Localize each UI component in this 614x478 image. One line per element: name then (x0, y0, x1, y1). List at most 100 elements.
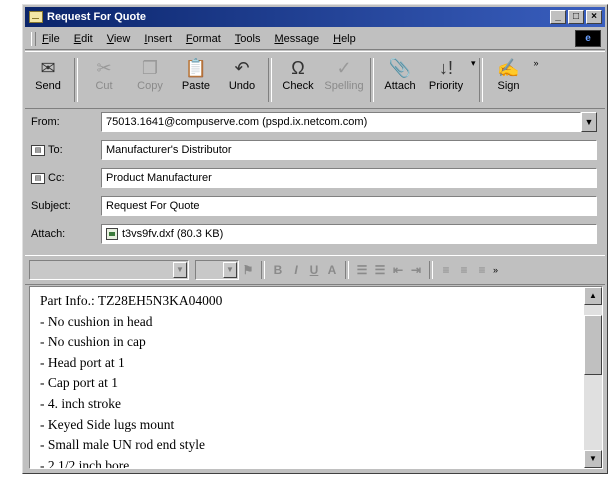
title-bar[interactable]: Request For Quote _ □ × (25, 7, 605, 27)
sign-icon: ✍ (497, 58, 520, 78)
priority-label: Priority (428, 80, 464, 92)
undo-icon: ↶ (234, 58, 250, 78)
cc-field[interactable]: Product Manufacturer (101, 168, 597, 188)
menu-format[interactable]: Format (186, 33, 221, 45)
menu-edit[interactable]: Edit (74, 33, 93, 45)
cc-label-wrap[interactable]: ▤ Cc: (25, 172, 101, 184)
font-color-icon[interactable]: A (323, 263, 341, 277)
body-line: - No cushion in cap (40, 334, 146, 350)
menu-file[interactable]: File (42, 33, 60, 45)
underline-icon[interactable]: U (305, 263, 323, 277)
bullet-list-icon[interactable]: ☰ (371, 263, 389, 277)
chevron-down-icon[interactable]: ▼ (173, 262, 187, 278)
to-field[interactable]: Manufacturer's Distributor (101, 140, 597, 160)
attach-row: Attach: t3vs9fv.dxf (80.3 KB) (25, 223, 605, 245)
align-center-icon[interactable]: ≡ (455, 263, 473, 277)
numbered-list-icon[interactable]: ☰ (353, 263, 371, 277)
check-label: Check (282, 80, 314, 92)
spelling-button[interactable]: ✓ Spelling (321, 52, 367, 108)
sign-button[interactable]: ✍ Sign (486, 52, 532, 108)
attachment-field[interactable]: t3vs9fv.dxf (80.3 KB) (101, 224, 597, 244)
scroll-thumb[interactable] (584, 315, 602, 375)
align-right-icon[interactable]: ≡ (473, 263, 491, 277)
format-separator (429, 261, 433, 279)
maximize-button[interactable]: □ (568, 10, 584, 24)
menu-insert[interactable]: Insert (144, 33, 172, 45)
attach-label-text: Attach: (31, 228, 66, 240)
paragraph-style-icon[interactable]: ⚑ (239, 263, 257, 277)
compose-window: Request For Quote _ □ × File Edit View I… (22, 4, 608, 474)
minimize-button[interactable]: _ (550, 10, 566, 24)
close-button[interactable]: × (586, 10, 602, 24)
font-name-select[interactable]: ▼ (29, 260, 189, 280)
attach-label: Attach (384, 80, 416, 92)
cc-row: ▤ Cc: Product Manufacturer (25, 167, 605, 189)
menu-view[interactable]: View (107, 33, 131, 45)
throbber-logo-icon: e (575, 30, 601, 47)
copy-button[interactable]: ❐ Copy (127, 52, 173, 108)
envelope-icon (29, 11, 43, 23)
paste-label: Paste (181, 80, 211, 92)
address-book-icon: ▤ (31, 172, 45, 184)
from-field[interactable]: 75013.1641@compuserve.com (pspd.ix.netco… (101, 112, 581, 132)
body-line: Part Info.: TZ28EH5N3KA04000 (40, 293, 223, 308)
file-icon (106, 228, 118, 240)
font-size-select[interactable]: ▼ (195, 260, 239, 280)
toolbar-separator (74, 58, 78, 102)
format-overflow-icon[interactable]: » (493, 265, 498, 275)
body-line: - Small male UN rod end style (40, 437, 205, 453)
send-button[interactable]: ✉ Send (25, 52, 71, 108)
priority-icon: ↓! (438, 58, 453, 78)
paste-button[interactable]: 📋 Paste (173, 52, 219, 108)
spelling-icon: ✓ (336, 58, 352, 78)
menu-tools[interactable]: Tools (235, 33, 261, 45)
align-left-icon[interactable]: ≡ (437, 263, 455, 277)
check-names-button[interactable]: Ω Check (275, 52, 321, 108)
cut-button[interactable]: ✂ Cut (81, 52, 127, 108)
from-label: From: (31, 116, 60, 128)
attachment-name[interactable]: t3vs9fv.dxf (80.3 KB) (122, 228, 223, 240)
message-headers: From: 75013.1641@compuserve.com (pspd.ix… (25, 109, 605, 251)
from-dropdown-button[interactable]: ▼ (581, 112, 597, 132)
scroll-up-button[interactable]: ▲ (584, 287, 602, 305)
copy-label: Copy (137, 80, 163, 92)
menu-help[interactable]: Help (333, 33, 356, 45)
menu-grip[interactable] (31, 32, 36, 46)
send-label: Send (35, 80, 61, 92)
body-line: - Cap port at 1 (40, 375, 118, 391)
address-book-icon: ▤ (31, 144, 45, 156)
check-names-icon: Ω (291, 58, 305, 78)
toolbar-separator (478, 58, 483, 102)
window-title: Request For Quote (47, 11, 147, 23)
paste-icon: 📋 (184, 58, 208, 78)
to-label: To: (48, 144, 63, 156)
format-separator (345, 261, 349, 279)
copy-icon: ❐ (141, 58, 159, 78)
subject-label: Subject: (31, 200, 71, 212)
message-body-text[interactable]: Part Info.: TZ28EH5N3KA04000 - No cushio… (40, 291, 578, 468)
toolbar-separator (268, 58, 272, 102)
attach-button[interactable]: 📎 Attach (377, 52, 423, 108)
main-toolbar: ✉ Send ✂ Cut ❐ Copy 📋 Paste ↶ Undo Ω Che… (25, 51, 605, 109)
increase-indent-icon[interactable]: ⇥ (407, 263, 425, 277)
chevron-down-icon[interactable]: ▼ (223, 262, 237, 278)
format-separator (261, 261, 265, 279)
message-body[interactable]: Part Info.: TZ28EH5N3KA04000 - No cushio… (29, 286, 603, 469)
bold-icon[interactable]: B (269, 263, 287, 277)
menu-message[interactable]: Message (274, 33, 319, 45)
body-line: - 4. inch stroke (40, 395, 121, 411)
subject-field[interactable]: Request For Quote (101, 196, 597, 216)
scroll-down-button[interactable]: ▼ (584, 450, 602, 468)
priority-button[interactable]: ↓! Priority (423, 52, 469, 108)
from-row: From: 75013.1641@compuserve.com (pspd.ix… (25, 111, 605, 133)
cut-label: Cut (95, 80, 113, 92)
to-row: ▤ To: Manufacturer's Distributor (25, 139, 605, 161)
vertical-scrollbar[interactable]: ▲ ▼ (584, 287, 602, 468)
priority-dropdown-icon[interactable]: ▾ (471, 52, 476, 108)
italic-icon[interactable]: I (287, 263, 305, 277)
undo-button[interactable]: ↶ Undo (219, 52, 265, 108)
to-label-wrap[interactable]: ▤ To: (25, 144, 101, 156)
toolbar-overflow-icon[interactable]: » (534, 52, 539, 108)
decrease-indent-icon[interactable]: ⇤ (389, 263, 407, 277)
toolbar-separator (370, 58, 374, 102)
